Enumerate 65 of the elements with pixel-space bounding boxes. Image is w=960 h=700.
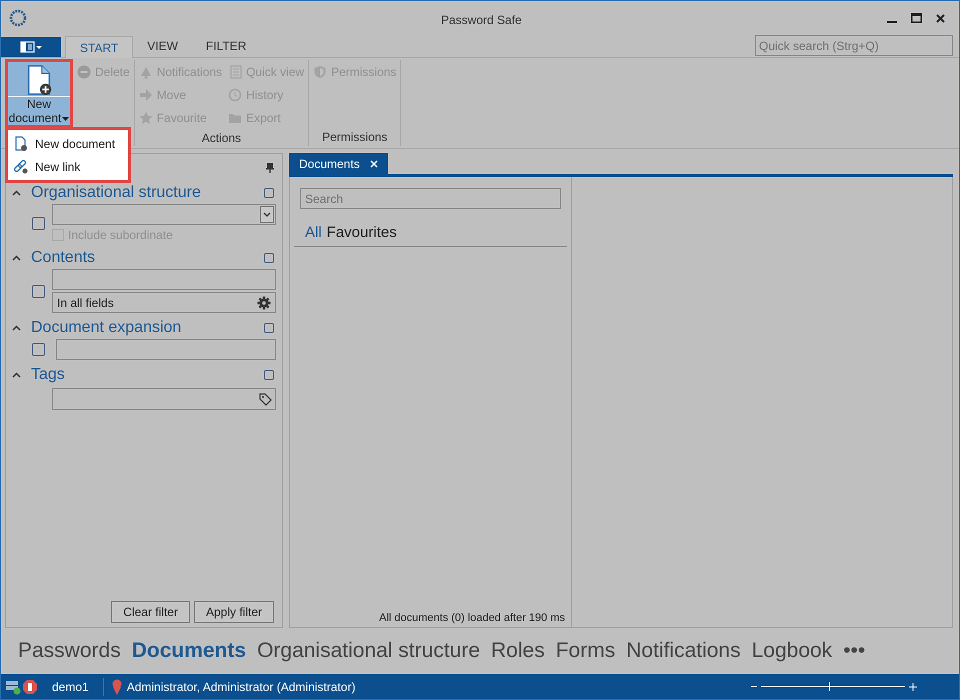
tag-icon [259,392,272,406]
close-icon [370,160,378,168]
minus-circle-icon [77,64,91,78]
document-tab[interactable]: Documents [289,153,388,174]
filter-button[interactable]: Clear filter [111,601,190,623]
database-name: demo1 [52,678,89,696]
maximize-icon [911,13,922,23]
section-title: Tags [31,365,65,385]
document-icon [13,136,29,152]
zoom-in-icon [909,682,917,690]
app-menu-button[interactable] [1,37,61,57]
panel-layout-icon [20,41,42,53]
section-title: Contents [31,248,96,268]
new-document-button[interactable]: New document [5,59,73,128]
load-status: All documents (0) loaded after 190 ms [379,610,566,626]
minimize-icon [887,20,897,22]
menu-item[interactable]: New link [8,155,128,178]
ribbon-tab[interactable]: VIEW [133,35,192,57]
dropdown-field[interactable] [52,204,276,225]
section-checkbox[interactable] [264,323,274,333]
ribbon-group-label: Permissions [321,129,388,146]
arrow-right-icon [138,88,153,102]
list-title: Favourites [326,223,397,243]
menu-item[interactable]: New document [8,132,128,155]
text-field[interactable] [56,339,276,360]
link-icon [13,158,29,174]
pin-icon [266,163,274,173]
bell-icon [138,64,153,78]
section-checkbox[interactable] [264,370,274,380]
history-icon [228,88,242,102]
nav-link[interactable]: Notifications [626,635,741,667]
filter-checkbox[interactable] [32,284,45,298]
stop-icon [22,678,38,694]
user-name: Administrator, Administrator (Administrator) [126,678,356,696]
filter-checkbox[interactable] [32,343,45,356]
nav-link[interactable]: Passwords [18,635,121,667]
server-icon [5,678,21,694]
chevron-down-icon [263,212,271,217]
close-icon [936,14,945,22]
nav-link[interactable]: ••• [843,635,866,667]
app-logo-icon [9,9,27,27]
nav-link[interactable]: Organisational structure [257,635,480,667]
filter-button[interactable]: Apply filter [194,601,274,623]
text-field[interactable] [52,269,276,290]
nav-link[interactable]: Roles [491,635,545,667]
list-document-icon [228,64,242,78]
section-checkbox[interactable] [264,188,274,198]
star-icon [138,110,153,124]
quick-search-field[interactable]: Quick search (Strg+Q) [755,35,953,56]
ribbon-tab[interactable]: FILTER [192,35,260,57]
user-icon [112,678,122,694]
filter-link[interactable]: All [305,222,322,244]
nav-link[interactable]: Forms [556,635,616,667]
section-title: Document expansion [31,318,182,338]
shield-icon [313,64,328,78]
section-checkbox[interactable] [264,253,274,263]
window-title: Password Safe [441,12,522,29]
ribbon-tab[interactable]: START [65,36,134,58]
search-field[interactable]: Search [300,188,561,209]
nav-link[interactable]: Logbook [752,635,832,667]
ribbon-group-label: Actions [200,130,242,147]
section-title: Organisational structure [31,183,201,203]
filter-checkbox[interactable] [32,217,45,230]
nav-link[interactable]: Documents [132,635,246,667]
tags-field[interactable] [52,388,276,410]
